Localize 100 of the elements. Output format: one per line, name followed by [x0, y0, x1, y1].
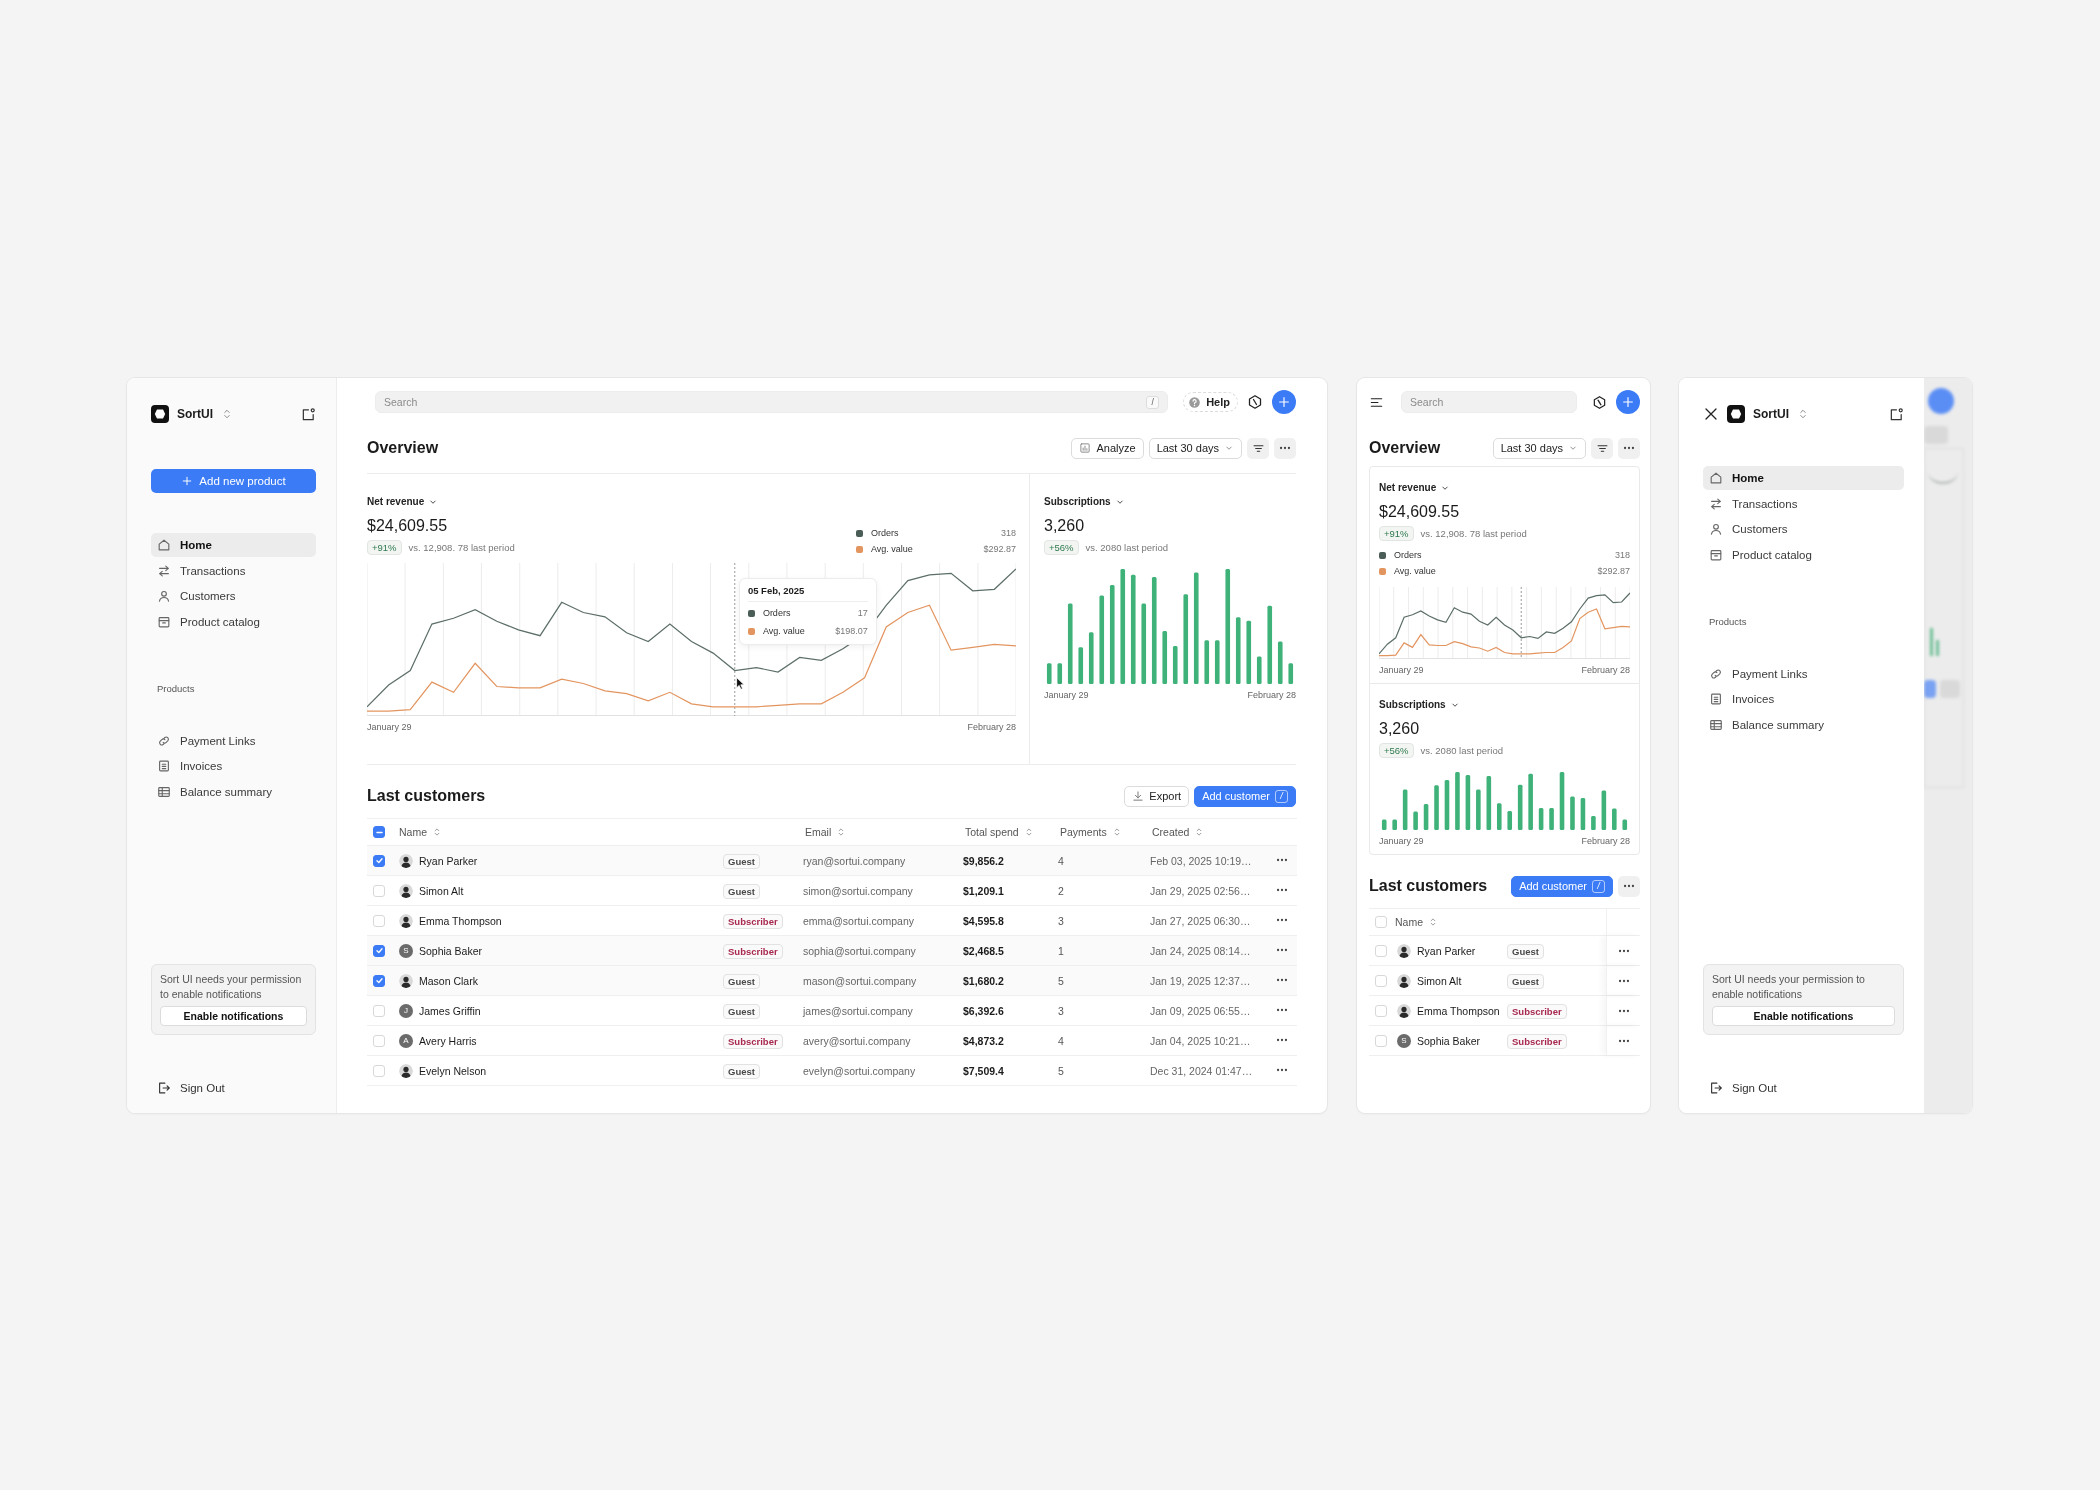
- total-spend-cell-text: $9,856.2: [963, 854, 1005, 867]
- nav-item[interactable]: Home: [151, 533, 316, 557]
- nav-item[interactable]: Payment Links: [1703, 661, 1904, 686]
- column-header[interactable]: Total spend: [963, 825, 1040, 839]
- create-button[interactable]: [1272, 390, 1296, 414]
- date-range-select[interactable]: Last 30 days: [1492, 437, 1586, 459]
- nav-item[interactable]: Product catalog: [151, 609, 316, 634]
- bar: [1235, 617, 1241, 684]
- notification-text: Sort UI needs your permission to enable notifications: [1712, 972, 1866, 1001]
- nav-item[interactable]: Invoices: [1703, 687, 1904, 711]
- bar: [1434, 785, 1439, 830]
- metric-value: $24,609.55: [1379, 503, 1461, 521]
- row-checkbox[interactable]: [373, 854, 385, 867]
- chevron-down-icon: [1568, 443, 1578, 453]
- bar: [1172, 646, 1178, 684]
- created-cell-text: Jan 04, 2025 10:21…: [1150, 1034, 1252, 1047]
- filter-button[interactable]: [1591, 437, 1613, 459]
- payments-cell-text: 1: [1058, 944, 1065, 957]
- nav-item[interactable]: Payment Links: [151, 728, 316, 753]
- axis-label: February 28: [967, 722, 1016, 732]
- nav-item[interactable]: Invoices: [151, 754, 316, 778]
- bar: [1486, 776, 1492, 830]
- table-icon: [1709, 717, 1723, 732]
- metric-dropdown[interactable]: Subscriptions: [1044, 496, 1125, 507]
- nav-item[interactable]: Product catalog: [1703, 542, 1904, 567]
- column-header[interactable]: Name: [1395, 916, 1438, 928]
- avatar: [1397, 973, 1411, 988]
- bar: [1476, 789, 1481, 830]
- row-checkbox[interactable]: [373, 944, 385, 957]
- column-header[interactable]: Payments: [1058, 825, 1128, 839]
- change-badge: +56%: [1379, 743, 1414, 758]
- row-checkbox[interactable]: [373, 974, 385, 987]
- bar: [1455, 772, 1460, 830]
- nav-item[interactable]: Balance summary: [1703, 712, 1904, 737]
- avatar: S: [1397, 1033, 1411, 1048]
- avatar: J: [399, 1003, 413, 1018]
- customer-name: Emma Thompson: [1417, 1004, 1500, 1017]
- customer-name: Sophia Baker: [1417, 1034, 1481, 1047]
- column-header[interactable]: Email: [803, 825, 853, 839]
- comparison-text: vs. 12,908. 78 last period: [1420, 528, 1527, 539]
- email-cell-text: ryan@sortui.company: [803, 854, 907, 867]
- nav-item[interactable]: Balance summary: [151, 779, 316, 804]
- export-button[interactable]: Export: [1124, 785, 1190, 807]
- email-cell-text: evelyn@sortui.company: [803, 1064, 917, 1077]
- compose-icon: [301, 406, 316, 422]
- select-all-checkbox[interactable]: [373, 826, 385, 838]
- nav-item[interactable]: Customers: [151, 584, 316, 608]
- plus-icon: [1277, 395, 1291, 409]
- bar: [1162, 631, 1168, 684]
- add-customer-button[interactable]: Add customer /: [1511, 875, 1613, 897]
- create-button[interactable]: [1616, 390, 1640, 414]
- more-button[interactable]: [1618, 437, 1640, 459]
- shortcut-key: /: [1146, 395, 1160, 409]
- add-product-button[interactable]: Add new product: [151, 469, 316, 493]
- user-icon: [157, 589, 171, 603]
- sort-icon: [1428, 917, 1438, 927]
- sign-out-link[interactable]: Sign Out: [151, 1076, 316, 1100]
- close-button[interactable]: [1703, 406, 1719, 422]
- payments-cell-text: 4: [1058, 854, 1065, 867]
- total-spend-cell-text: $1,209.1: [963, 884, 1005, 897]
- enable-notifications-button[interactable]: Enable notifications: [1712, 1006, 1895, 1026]
- nav-item[interactable]: Customers: [1703, 517, 1904, 541]
- metric-dropdown[interactable]: Net revenue: [367, 496, 439, 507]
- comparison-text: vs. 2080 last period: [1420, 745, 1503, 756]
- hexagon-icon: [1247, 394, 1263, 410]
- enable-notifications-button[interactable]: Enable notifications: [160, 1006, 307, 1026]
- bar: [1381, 819, 1387, 830]
- metric-dropdown[interactable]: Subscriptions: [1379, 699, 1460, 710]
- avatar: [399, 1063, 413, 1078]
- legend-value: 318: [1000, 528, 1016, 538]
- legend-value: $292.87: [1597, 566, 1630, 576]
- help-button[interactable]: Help: [1183, 392, 1238, 412]
- bar: [1612, 808, 1617, 830]
- more-button[interactable]: [1618, 875, 1640, 897]
- filter-button[interactable]: [1247, 437, 1269, 459]
- search-field[interactable]: Search /: [375, 391, 1169, 413]
- analyze-button[interactable]: Analyze: [1071, 437, 1144, 459]
- date-range-select[interactable]: Last 30 days: [1148, 437, 1242, 459]
- chevron-down-icon: [1224, 443, 1234, 453]
- payments-cell-text: 2: [1058, 884, 1065, 897]
- chevron-up-down-icon: [1797, 408, 1809, 420]
- column-header[interactable]: Name: [397, 825, 448, 839]
- activity-button[interactable]: [1592, 394, 1607, 410]
- bar: [1465, 774, 1471, 830]
- bar: [1214, 640, 1220, 684]
- activity-button[interactable]: [1247, 394, 1263, 410]
- bar: [1413, 811, 1418, 830]
- cursor-line: [1520, 587, 1522, 659]
- customer-name: Ryan Parker: [1417, 944, 1476, 957]
- nav-item[interactable]: Home: [1703, 466, 1904, 490]
- total-spend-cell-text: $7,509.4: [963, 1064, 1005, 1077]
- nav-item[interactable]: Transactions: [1703, 491, 1904, 516]
- nav-item[interactable]: Transactions: [151, 558, 316, 583]
- customer-type-tag: Guest: [1507, 943, 1544, 959]
- metric-dropdown[interactable]: Net revenue: [1379, 482, 1451, 493]
- column-header[interactable]: Created: [1150, 825, 1211, 839]
- add-customer-button[interactable]: Add customer /: [1194, 785, 1296, 807]
- created-cell-text: Jan 24, 2025 08:14…: [1150, 944, 1252, 957]
- more-button[interactable]: [1274, 437, 1296, 459]
- sign-out-link[interactable]: Sign Out: [1703, 1076, 1904, 1100]
